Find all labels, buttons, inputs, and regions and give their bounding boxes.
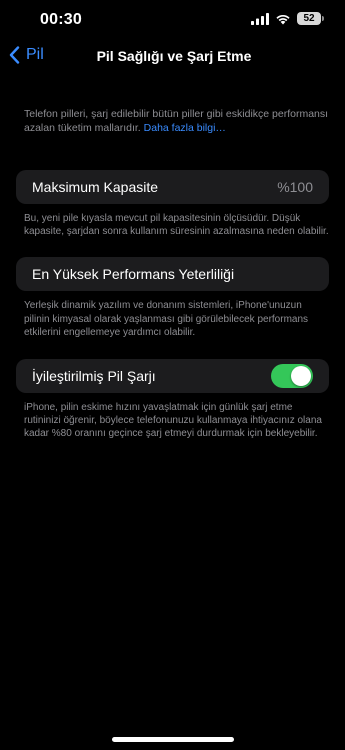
battery-level: 52 (303, 13, 315, 24)
status-icons: 52 (251, 12, 324, 25)
peak-performance-row: En Yüksek Performans Yeterliliği (16, 257, 329, 292)
page-title: Pil Sağlığı ve Şarj Etme (96, 48, 252, 64)
wifi-icon (276, 14, 290, 24)
maximum-capacity-description: Bu, yeni pile kıyasla mevcut pil kapasit… (24, 213, 329, 238)
cellular-signal-icon (251, 12, 269, 25)
optimized-charging-label: İyileştirilmiş Pil Şarjı (32, 368, 156, 385)
maximum-capacity-label: Maksimum Kapasite (32, 179, 159, 195)
optimized-charging-row: İyileştirilmiş Pil Şarjı (16, 359, 329, 394)
optimized-charging-toggle[interactable] (271, 364, 313, 389)
status-bar: 00:30 52 (0, 0, 345, 40)
battery-icon: 52 (297, 12, 324, 25)
settings-content: Telefon pilleri, şarj edilebilir bütün p… (16, 108, 329, 441)
maximum-capacity-row: Maksimum Kapasite %100 (16, 170, 329, 204)
peak-performance-description: Yerleşik dinamik yazılım ve donanım sist… (24, 300, 309, 338)
learn-more-link[interactable]: Daha fazla bilgi… (144, 122, 226, 134)
toggle-knob (291, 366, 311, 387)
maximum-capacity-value: %100 (277, 179, 313, 195)
status-time: 00:30 (40, 11, 82, 28)
home-indicator[interactable] (111, 737, 234, 742)
optimized-charging-description: iPhone, pilin eskime hızını yavaşlatmak … (24, 402, 322, 440)
navigation-bar: Pil Pil Sağlığı ve Şarj Etme (0, 40, 345, 74)
intro-text: Telefon pilleri, şarj edilebilir bütün p… (24, 108, 329, 135)
peak-performance-label: En Yüksek Performans Yeterliliği (32, 266, 235, 283)
